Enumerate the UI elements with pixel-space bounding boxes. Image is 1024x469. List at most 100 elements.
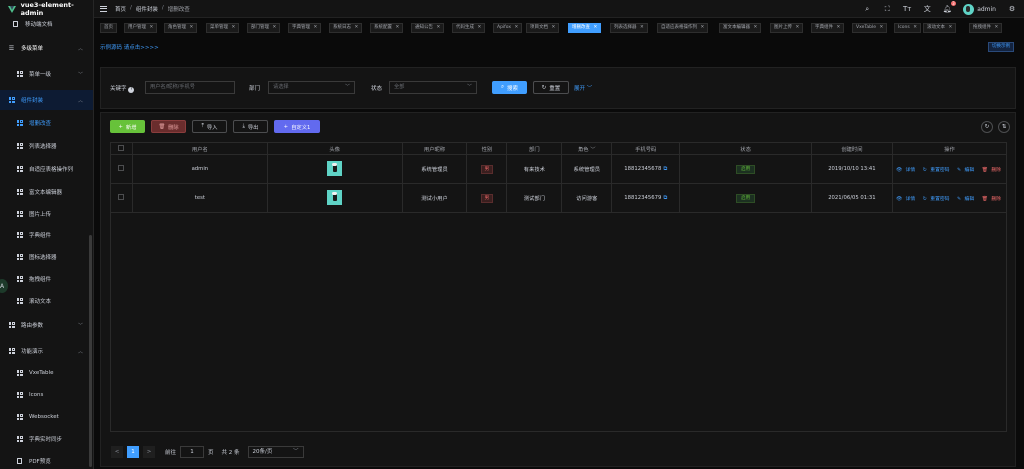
sidebar-scrollbar[interactable] [89,235,92,467]
sidebar-item-menu-level1[interactable]: 菜单一级 ﹀ [0,64,93,84]
tag-item[interactable]: 菜单管理 ✕ [206,23,240,33]
sidebar-item-icons[interactable]: Icons [0,386,93,404]
tag-item[interactable]: 系统配置 ✕ [370,23,404,33]
dept-select[interactable]: 请选择 ﹀ [268,81,355,94]
refresh-button[interactable]: ↻ [981,121,993,133]
menu-icon: ☰ [8,44,15,52]
tag-item[interactable]: 系统日志 ✕ [329,23,363,33]
sidebar-item-dict-component[interactable]: 字典组件 [0,226,93,244]
import-button[interactable]: ⤒ 导入 [192,120,227,133]
app-logo[interactable]: vue3-element-admin [0,0,93,17]
next-page-button[interactable]: > [143,446,155,458]
switch-example-button[interactable]: 切换示例 [988,42,1014,52]
goto-label: 前往 [165,450,177,456]
custom1-button[interactable]: + 自定义1 [274,120,320,133]
keyword-input[interactable]: 用户名/昵称/手机号 [145,81,235,94]
search-icon[interactable]: ⌕ [863,5,871,13]
sidebar-item-websocket[interactable]: Websocket [0,408,93,426]
language-icon[interactable]: 文 [923,5,931,13]
font-size-icon[interactable]: Tт [903,5,911,13]
select-all-checkbox[interactable] [110,142,133,155]
detail-link[interactable]: 👁︎ 详情 [896,197,917,202]
sidebar-item-scroll-text[interactable]: 滚动文本 [0,292,93,310]
page-number-current[interactable]: 1 [127,446,139,458]
cell-avatar [266,183,403,213]
breadcrumb-home[interactable]: 首页 [115,5,126,13]
help-icon: ? [128,87,135,93]
tag-item[interactable]: VxeTable ✕ [852,23,888,33]
tag-item[interactable]: 列表选择器 ✕ [610,23,648,33]
add-button[interactable]: + 新增 [110,120,145,133]
sidebar-item-feature-demo[interactable]: 功能演示 ︿ [0,341,93,361]
reset-password-link[interactable]: ↻ 重置密码 [923,197,952,202]
sidebar-item-vxetable[interactable]: VxeTable [0,364,93,382]
detail-link[interactable]: 👁︎ 详情 [896,168,917,173]
expand-toggle[interactable]: 展开 ﹀ [574,84,592,92]
delete-button[interactable]: 🗑︎ 删除 [151,120,186,133]
tag-item[interactable]: 滚动文本 ✕ [923,23,957,33]
status-select[interactable]: 全部 ﹀ [389,81,477,94]
user-avatar-image[interactable] [327,160,343,176]
example-source-link[interactable]: 示例源码 请点击>>>> [100,43,159,51]
gear-icon[interactable]: ⚙ [1008,5,1016,13]
delete-link[interactable]: 🗑︎ 删除 [982,197,1003,202]
edit-link[interactable]: ✎ 编辑 [957,197,976,202]
tag-item[interactable]: 图片上传 ✕ [770,23,804,33]
sidebar-item-route-params[interactable]: 路由参数 ﹀ [0,315,93,335]
sidebar-item-rich-editor[interactable]: 富文本编辑器 [0,183,93,201]
tag-item-active[interactable]: 增删改查 ✕ [568,23,602,33]
column-settings-button[interactable]: ⇅ [998,121,1010,133]
sidebar-item-drag-component[interactable]: 拖拽组件 [0,270,93,288]
sidebar-item-dict-sync[interactable]: 字典实时同步 [0,430,93,448]
tag-item[interactable]: 项目文档 ✕ [526,23,560,33]
bell-icon[interactable]: 🔔︎ 3 [943,1,957,13]
chevron-down-icon: ﹀ [466,84,472,90]
reset-password-link[interactable]: ↻ 重置密码 [923,168,952,173]
sidebar-item-image-upload[interactable]: 图片上传 [0,205,93,223]
tag-item[interactable]: 字典组件 ✕ [811,23,845,33]
tag-item[interactable]: 字典管理 ✕ [288,23,322,33]
reset-button[interactable]: ↻ 重置 [533,81,569,94]
sidebar-item-component-wrap[interactable]: 组件封装 ︿ [0,90,93,110]
user-menu[interactable]: admin [963,3,996,15]
tag-item[interactable]: 拖拽组件 ✕ [969,23,1003,33]
tag-item[interactable]: 富文本编辑器 ✕ [719,23,762,33]
sidebar-item-crud[interactable]: 增删改查 [0,114,93,132]
sidebar-item-label: 多级菜单 [21,46,44,52]
sidebar-item-multilevel-menu[interactable]: ☰ 多级菜单 ︿ [0,38,93,58]
page-size-select[interactable]: 20条/页 ﹀ [247,446,304,458]
sidebar-item-label: 自适应表格操作列 [29,167,74,173]
goto-page-input[interactable]: 1 [180,446,205,458]
sidebar-item-pdf-preview[interactable]: PDF预览 [0,452,93,469]
search-button[interactable]: ⌕ 搜索 [492,81,527,94]
delete-link[interactable]: 🗑︎ 删除 [982,168,1003,173]
prev-page-button[interactable]: < [111,446,123,458]
copy-icon[interactable]: ⧉ [663,166,667,172]
fullscreen-icon[interactable]: ⛶ [883,5,891,13]
tag-item[interactable]: 首页 [100,23,117,33]
user-avatar-image[interactable] [327,189,343,205]
tag-item[interactable]: 部门管理 ✕ [247,23,281,33]
tag-item[interactable]: 用户管理 ✕ [124,23,158,33]
edit-link[interactable]: ✎ 编辑 [957,168,976,173]
sidebar-item-list-selector[interactable]: 列表选择器 [0,137,93,155]
close-icon: ✕ [436,25,441,30]
tag-item[interactable]: Icons ✕ [894,23,921,33]
column-header-sortable[interactable]: 角色 ﹀ [561,142,613,155]
document-icon [16,458,23,465]
copy-icon[interactable]: ⧉ [663,195,667,201]
tag-item[interactable]: 自适应表格操作列 ✕ [657,23,709,33]
sidebar-item-icon-selector[interactable]: 图标选择器 [0,248,93,266]
tag-item[interactable]: 角色管理 ✕ [164,23,198,33]
sidebar-item-mobile-doc[interactable]: 移动端文档 [0,17,93,31]
sidebar-item-adaptive-table[interactable]: 自适应表格操作列 [0,160,93,178]
hamburger-icon[interactable] [100,5,107,12]
breadcrumb-component-wrap[interactable]: 组件封装 [136,5,158,13]
row-checkbox[interactable] [110,183,133,213]
notification-badge: 3 [950,1,957,6]
tag-item[interactable]: 代码生成 ✕ [452,23,486,33]
tag-item[interactable]: Apifox ✕ [493,23,523,33]
export-button[interactable]: ⤓ 导出 [233,120,268,133]
row-checkbox[interactable] [110,154,133,184]
tag-item[interactable]: 通知公告 ✕ [411,23,445,33]
